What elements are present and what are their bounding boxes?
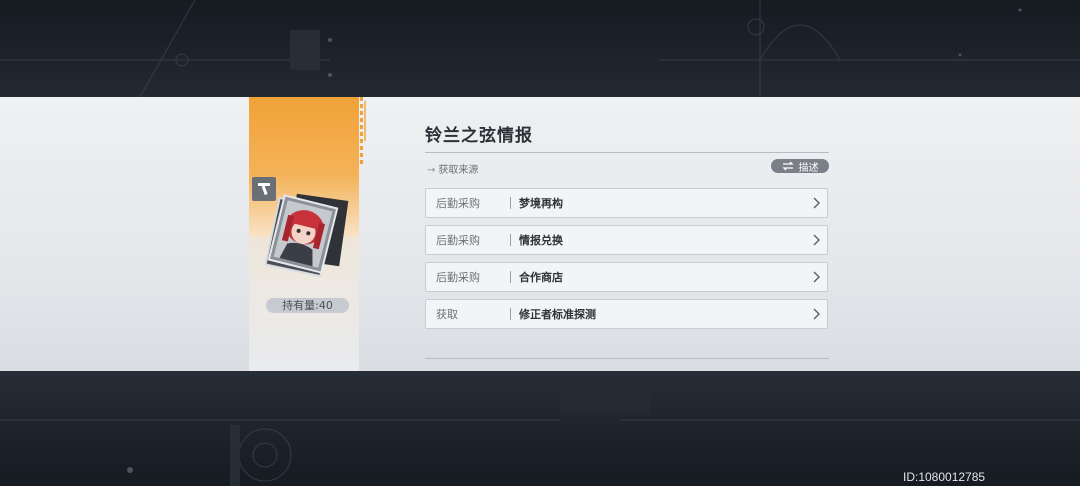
source-category: 后勤采购 (436, 197, 480, 210)
source-row-dream-rebuild[interactable]: 后勤采购 梦境再构 (425, 188, 828, 218)
source-name: 情报兑换 (519, 234, 563, 247)
source-row-standard-probe[interactable]: 获取 修正者标准探测 (425, 299, 828, 329)
source-name: 梦境再构 (519, 197, 563, 210)
card-accent-line (364, 101, 366, 141)
item-info-panel: 持有量:40 铃兰之弦情报 → 获取来源 描述 后勤采购 梦境再构 后勤采购 情报… (0, 97, 1080, 371)
hold-count: 持有量:40 (266, 298, 349, 313)
source-label: → 获取来源 (427, 161, 478, 176)
source-category: 获取 (436, 308, 458, 321)
describe-button-label: 描述 (798, 162, 819, 174)
title-divider (425, 152, 829, 153)
source-label-text: 获取来源 (438, 165, 479, 176)
bottom-divider (425, 358, 829, 359)
source-name: 修正者标准探测 (519, 308, 596, 321)
card-accent-stripe (360, 97, 363, 167)
chevron-right-icon (813, 197, 820, 209)
source-row-intel-exchange[interactable]: 后勤采购 情报兑换 (425, 225, 828, 255)
source-category: 后勤采购 (436, 234, 480, 247)
chevron-right-icon (813, 234, 820, 246)
chevron-right-icon (813, 308, 820, 320)
chevron-right-icon (813, 271, 820, 283)
source-row-partner-shop[interactable]: 后勤采购 合作商店 (425, 262, 828, 292)
character-portrait-card (264, 193, 349, 278)
item-title: 铃兰之弦情报 (425, 126, 533, 146)
swap-arrows-icon (781, 161, 794, 171)
source-category: 后勤采购 (436, 271, 480, 284)
arrow-right-icon: → (427, 165, 436, 176)
describe-button[interactable]: 描述 (771, 159, 829, 174)
source-name: 合作商店 (519, 271, 563, 284)
player-uid: ID:1080012785 (903, 470, 986, 484)
